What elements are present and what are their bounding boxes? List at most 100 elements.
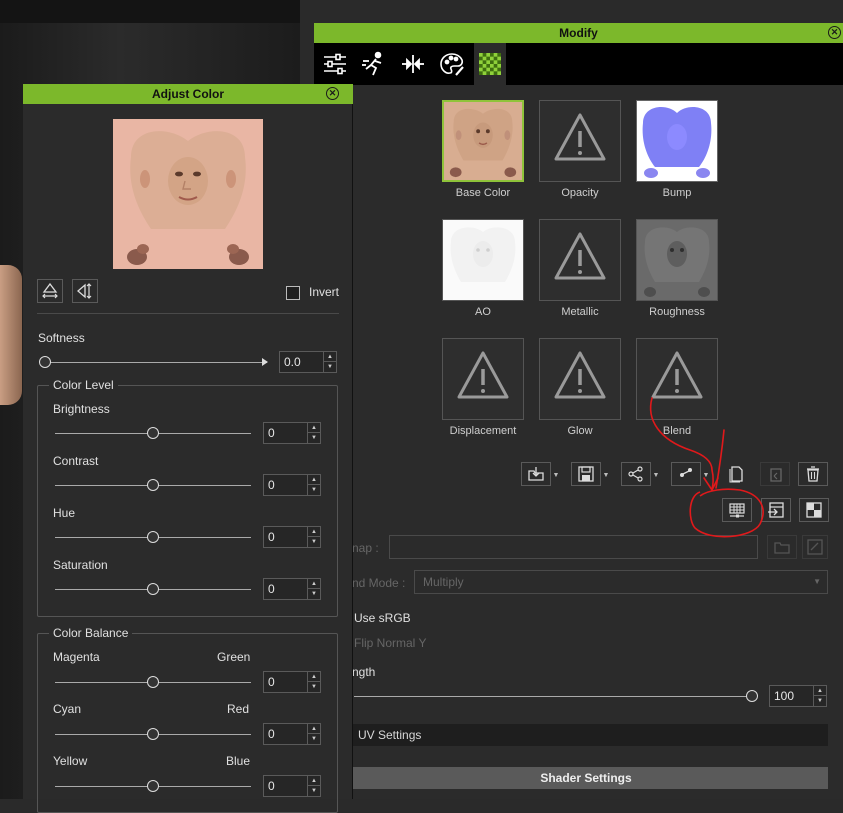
increment-arrow-icon[interactable]: ▲ (307, 579, 320, 589)
invert-checkbox[interactable] (286, 286, 300, 300)
saturation-slider-handle[interactable] (147, 583, 159, 595)
map-path-field[interactable] (389, 535, 758, 559)
blend-mode-select[interactable]: Multiply ▼ (414, 570, 828, 594)
export-button[interactable] (761, 498, 791, 522)
increment-arrow-icon[interactable]: ▲ (813, 686, 826, 696)
save-image-dropdown[interactable]: ▼ (600, 462, 612, 486)
increment-arrow-icon[interactable]: ▲ (307, 672, 320, 682)
strength-slider-track[interactable] (354, 696, 752, 697)
decrement-arrow-icon[interactable]: ▼ (307, 589, 320, 599)
increment-arrow-icon[interactable]: ▲ (307, 423, 320, 433)
load-image-button[interactable] (521, 462, 551, 486)
load-image-dropdown[interactable]: ▼ (550, 462, 562, 486)
rough-texture-icon (637, 220, 717, 300)
contrast-spinbox[interactable]: 0 ▲ ▼ (263, 474, 321, 496)
close-icon[interactable]: ✕ (326, 87, 339, 100)
displacement-thumbnail[interactable] (442, 338, 524, 420)
decrement-arrow-icon[interactable]: ▼ (813, 696, 826, 706)
bump-thumbnail[interactable] (636, 100, 718, 182)
metallic-thumbnail[interactable] (539, 219, 621, 301)
tab-motion[interactable] (357, 47, 391, 81)
delete-button[interactable] (798, 462, 828, 486)
flip-normal-label[interactable]: Flip Normal Y (354, 636, 426, 650)
decrement-arrow-icon[interactable]: ▼ (307, 537, 320, 547)
decrement-arrow-icon[interactable]: ▼ (307, 682, 320, 692)
decrement-arrow-icon[interactable]: ▼ (307, 786, 320, 796)
share-dropdown[interactable]: ▼ (650, 462, 662, 486)
blend-thumbnail[interactable] (636, 338, 718, 420)
export-icon (768, 502, 784, 518)
magenta-green-spinbox[interactable]: 0 ▲ ▼ (263, 671, 321, 693)
folder-icon (774, 542, 790, 554)
share-button[interactable] (621, 462, 651, 486)
uv-settings-label: UV Settings (358, 728, 422, 742)
motion-icon (362, 51, 382, 76)
link-button[interactable] (671, 462, 701, 486)
yellow-blue-spinbox[interactable]: 0 ▲ ▼ (263, 775, 321, 797)
modify-panel: Modify ✕ Base Color Opacity Bump AO Meta… (314, 23, 843, 799)
uv-grid-button[interactable] (722, 498, 752, 522)
invert-label: Invert (309, 285, 340, 299)
link-dropdown[interactable]: ▼ (700, 462, 712, 486)
browse-map-button[interactable] (767, 535, 797, 559)
magenta-green-slider-handle[interactable] (147, 676, 159, 688)
map-label: nap : (352, 541, 379, 555)
tab-sliders[interactable] (318, 47, 352, 81)
clear-map-button[interactable] (802, 535, 828, 559)
strength-spinbox[interactable]: 100 ▲ ▼ (769, 685, 827, 707)
increment-arrow-icon[interactable]: ▲ (323, 352, 336, 362)
face-texture-preview (113, 119, 263, 269)
adjust-color-panel: Adjust Color ✕ Invert Softness 0.0 ▲ ▼ C… (23, 84, 353, 813)
warning-icon (554, 113, 606, 161)
opacity-label: Opacity (561, 187, 599, 199)
glow-thumbnail[interactable] (539, 338, 621, 420)
brightness-slider-handle[interactable] (147, 427, 159, 439)
use-srgb-label[interactable]: Use sRGB (354, 611, 411, 625)
softness-slider-handle[interactable] (39, 356, 51, 368)
decrement-arrow-icon[interactable]: ▼ (307, 485, 320, 495)
shader-settings-section[interactable]: Shader Settings (344, 767, 828, 789)
yellow-blue-slider-handle[interactable] (147, 780, 159, 792)
increment-arrow-icon[interactable]: ▲ (307, 724, 320, 734)
contrast-slider-handle[interactable] (147, 479, 159, 491)
increment-arrow-icon[interactable]: ▲ (307, 475, 320, 485)
ao-thumbnail[interactable] (442, 219, 524, 301)
flip-vertical-icon (77, 283, 92, 299)
decrement-arrow-icon[interactable]: ▼ (323, 362, 336, 372)
warning-icon (457, 351, 509, 399)
hue-spinbox[interactable]: 0 ▲ ▼ (263, 526, 321, 548)
decrement-arrow-icon[interactable]: ▼ (307, 433, 320, 443)
paste-button[interactable] (760, 462, 790, 486)
save-image-button[interactable] (571, 462, 601, 486)
opacity-thumbnail[interactable] (539, 100, 621, 182)
softness-spinbox[interactable]: 0.0 ▲ ▼ (279, 351, 337, 373)
brightness-spinbox[interactable]: 0 ▲ ▼ (263, 422, 321, 444)
increment-arrow-icon[interactable]: ▲ (307, 776, 320, 786)
flip-horizontal-icon (42, 282, 58, 299)
increment-arrow-icon[interactable]: ▲ (307, 527, 320, 537)
softness-label: Softness (38, 331, 85, 345)
close-icon[interactable]: ✕ (828, 26, 841, 39)
softness-value: 0.0 (284, 355, 301, 369)
saturation-spinbox[interactable]: 0 ▲ ▼ (263, 578, 321, 600)
tab-texture[interactable] (474, 43, 506, 85)
softness-slider-track[interactable] (45, 362, 267, 363)
cyan-red-spinbox[interactable]: 0 ▲ ▼ (263, 723, 321, 745)
tab-align[interactable] (396, 47, 430, 81)
flip-horizontal-button[interactable] (37, 279, 63, 303)
decrement-arrow-icon[interactable]: ▼ (307, 734, 320, 744)
base-color-thumbnail[interactable] (442, 100, 524, 182)
align-icon (402, 55, 424, 73)
channel-mix-button[interactable] (799, 498, 829, 522)
roughness-thumbnail[interactable] (636, 219, 718, 301)
copy-button[interactable] (721, 462, 751, 486)
hue-slider-handle[interactable] (147, 531, 159, 543)
uv-settings-section[interactable]: UV Settings (344, 724, 828, 746)
strength-slider-handle[interactable] (746, 690, 758, 702)
blend-mode-label: nd Mode : (352, 576, 406, 590)
quadrant-icon (806, 502, 822, 518)
cyan-red-slider-handle[interactable] (147, 728, 159, 740)
tab-palette[interactable] (435, 47, 469, 81)
saturation-label: Saturation (53, 558, 108, 572)
flip-vertical-button[interactable] (72, 279, 98, 303)
